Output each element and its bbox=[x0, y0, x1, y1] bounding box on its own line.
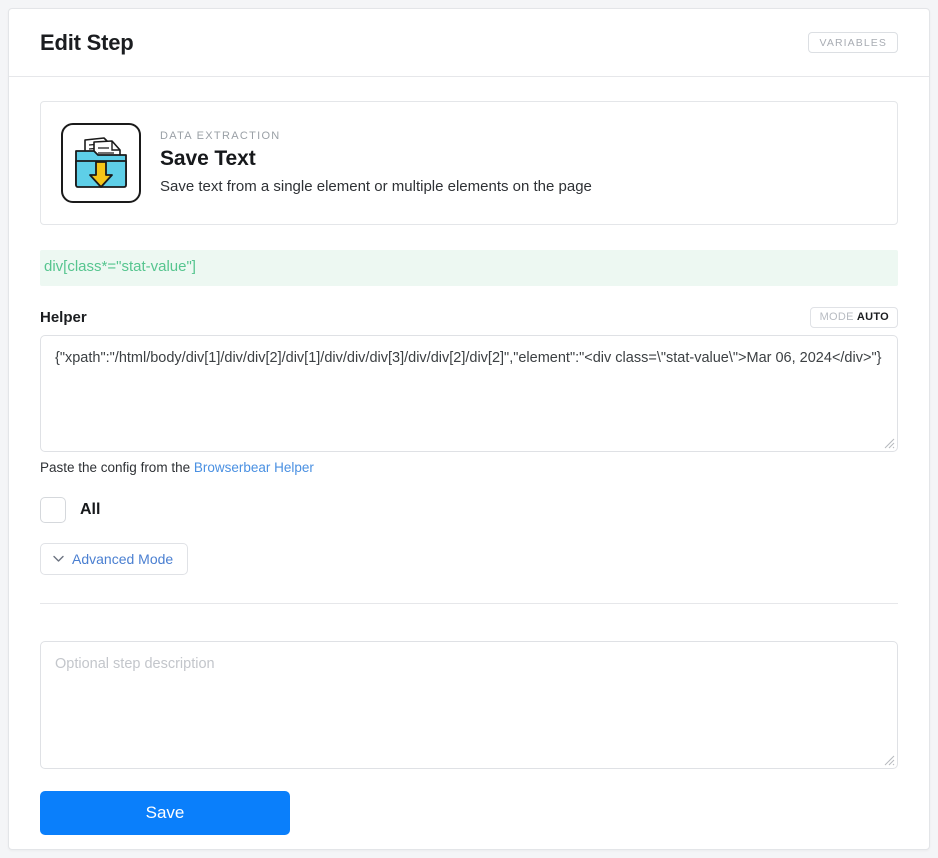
card-header: Edit Step VARIABLES bbox=[9, 9, 929, 77]
description-textarea-wrap bbox=[40, 640, 898, 769]
step-type-box[interactable]: DATA EXTRACTION Save Text Save text from… bbox=[40, 101, 898, 225]
variables-button[interactable]: VARIABLES bbox=[807, 31, 898, 54]
mode-value-label: AUTO bbox=[856, 310, 889, 323]
all-checkbox-label: All bbox=[80, 500, 101, 518]
step-description: Save text from a single element or multi… bbox=[160, 177, 592, 195]
advanced-mode-button[interactable]: Advanced Mode bbox=[40, 542, 189, 575]
selector-value[interactable]: div[class*="stat-value"] bbox=[40, 250, 898, 286]
all-checkbox[interactable] bbox=[40, 496, 66, 523]
browserbear-helper-link[interactable]: Browserbear Helper bbox=[194, 460, 314, 475]
card-footer: Save bbox=[9, 604, 929, 835]
helper-textarea-wrap bbox=[40, 334, 898, 452]
helper-label: Helper bbox=[40, 308, 87, 326]
helper-note-text: Paste the config from the bbox=[40, 459, 194, 475]
save-text-folder-icon bbox=[61, 123, 141, 203]
card-body: DATA EXTRACTION Save Text Save text from… bbox=[9, 77, 929, 604]
mode-key-label: MODE bbox=[819, 310, 854, 323]
all-checkbox-row: All bbox=[40, 496, 898, 523]
step-description-input[interactable] bbox=[40, 640, 898, 769]
step-meta: DATA EXTRACTION Save Text Save text from… bbox=[160, 130, 592, 197]
page-title: Edit Step bbox=[40, 29, 134, 55]
save-button[interactable]: Save bbox=[40, 790, 290, 835]
helper-config-input[interactable] bbox=[40, 334, 898, 452]
edit-step-card: Edit Step VARIABLES DATA EXTRACTION Save… bbox=[8, 8, 930, 850]
helper-note: Paste the config from the Browserbear He… bbox=[40, 460, 898, 475]
step-category: DATA EXTRACTION bbox=[160, 129, 281, 142]
advanced-mode-label: Advanced Mode bbox=[72, 550, 174, 567]
mode-toggle-button[interactable]: MODE AUTO bbox=[809, 306, 898, 328]
step-name: Save Text bbox=[160, 146, 256, 170]
helper-header: Helper MODE AUTO bbox=[40, 304, 898, 328]
chevron-down-icon bbox=[53, 555, 64, 563]
